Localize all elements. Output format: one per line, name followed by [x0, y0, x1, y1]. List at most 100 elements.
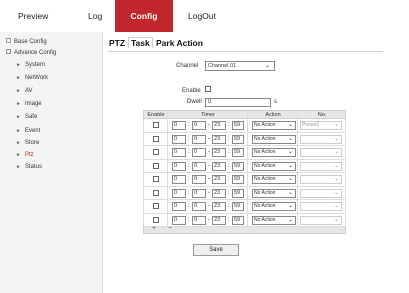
- start-minute-input[interactable]: 0: [192, 175, 206, 184]
- end-minute-input[interactable]: 59: [232, 202, 244, 211]
- preset-select[interactable]: ⌄: [300, 175, 342, 184]
- action-select[interactable]: No Action ⌄: [252, 188, 296, 198]
- start-minute-input[interactable]: 0: [192, 202, 206, 211]
- bullet-arrow-icon: ►: [16, 75, 21, 81]
- table-row: 0:0-23:59 No Action ⌄ Preset1 ⌄: [143, 119, 346, 133]
- action-select[interactable]: No Action ⌄: [252, 175, 296, 184]
- preset-select[interactable]: ⌄: [300, 161, 342, 171]
- end-hour-input[interactable]: 23: [212, 161, 226, 171]
- chevron-down-icon: ⌄: [287, 135, 293, 142]
- sidebar-item-store[interactable]: ► Store: [16, 140, 39, 146]
- chevron-down-icon: ⌄: [287, 189, 293, 196]
- action-select[interactable]: No Action ⌄: [252, 121, 296, 130]
- nav-preview[interactable]: Preview: [18, 0, 48, 32]
- start-hour-input[interactable]: 0: [172, 215, 186, 225]
- sidebar-item-status[interactable]: ► Status: [16, 164, 42, 170]
- sidebar-item-label: Store: [24, 140, 40, 146]
- chevron-down-icon: ⌄: [287, 162, 293, 169]
- start-minute-input[interactable]: 0: [192, 134, 206, 144]
- start-hour-input[interactable]: 0: [172, 175, 186, 184]
- action-value: No Action: [254, 176, 276, 182]
- sidebar-item-advance-config[interactable]: Advance Config: [6, 49, 56, 56]
- row-enable-checkbox[interactable]: [153, 135, 159, 142]
- start-hour-input[interactable]: 0: [172, 134, 186, 144]
- action-value: No Action: [254, 189, 276, 196]
- start-hour-input[interactable]: 0: [172, 202, 186, 211]
- start-minute-input[interactable]: 0: [192, 121, 206, 130]
- start-hour-input[interactable]: 0: [172, 188, 186, 198]
- action-select[interactable]: No Action ⌄: [252, 215, 296, 225]
- nav-log[interactable]: Log: [88, 0, 102, 32]
- row-enable-checkbox[interactable]: [153, 216, 159, 223]
- start-minute-input[interactable]: 0: [192, 188, 206, 198]
- column-divider: [247, 110, 248, 227]
- nav-config[interactable]: Config: [115, 0, 173, 32]
- channel-select[interactable]: Channel 01 ⌄: [205, 61, 275, 71]
- sidebar-item-image[interactable]: ► Image: [16, 101, 42, 107]
- end-minute-input[interactable]: 59: [232, 121, 244, 130]
- end-minute-input[interactable]: 59: [232, 148, 244, 157]
- save-button[interactable]: Save: [193, 244, 239, 256]
- sidebar-item-ptz[interactable]: ► Ptz: [16, 152, 34, 158]
- action-value: No Action: [254, 162, 276, 169]
- tab-ptz[interactable]: PTZ: [109, 38, 125, 48]
- bullet-arrow-icon: ►: [16, 164, 21, 170]
- end-hour-input[interactable]: 23: [212, 215, 226, 225]
- sidebar-item-av[interactable]: ► AV: [16, 88, 33, 94]
- end-hour-input[interactable]: 23: [212, 121, 226, 130]
- preset-select[interactable]: ⌄: [300, 188, 342, 198]
- nav-logout[interactable]: LogOut: [188, 0, 216, 32]
- start-hour-input[interactable]: 0: [172, 121, 186, 130]
- row-enable-checkbox[interactable]: [153, 162, 159, 169]
- preset-select[interactable]: ⌄: [300, 215, 342, 225]
- start-minute-input[interactable]: 0: [192, 161, 206, 171]
- table-row: 0:0-23:59 No Action ⌄ ⌄: [143, 159, 346, 173]
- time-range-separator: -: [208, 149, 210, 155]
- start-hour-input[interactable]: 0: [172, 148, 186, 157]
- sidebar-item-label: NetWork: [24, 75, 49, 81]
- sidebar-item-system[interactable]: ► System: [16, 62, 45, 68]
- end-hour-input[interactable]: 23: [212, 188, 226, 198]
- sidebar-item-network[interactable]: ► NetWork: [16, 75, 48, 81]
- sidebar-item-base-config[interactable]: Base Config: [6, 38, 47, 45]
- dwell-input[interactable]: 0: [205, 98, 271, 107]
- action-select[interactable]: No Action ⌄: [252, 202, 296, 211]
- action-select[interactable]: No Action ⌄: [252, 161, 296, 171]
- time-range-separator: -: [208, 189, 210, 196]
- preset-select[interactable]: Preset1 ⌄: [300, 121, 342, 130]
- start-hour-input[interactable]: 0: [172, 161, 186, 171]
- preset-select[interactable]: ⌄: [300, 134, 342, 144]
- row-enable-checkbox[interactable]: [153, 203, 159, 209]
- start-minute-input[interactable]: 0: [192, 148, 206, 157]
- sidebar-item-event[interactable]: ► Event: [16, 128, 40, 134]
- row-enable-checkbox[interactable]: [153, 122, 159, 128]
- row-enable-checkbox[interactable]: [153, 176, 159, 182]
- collapse-icon[interactable]: [6, 49, 11, 54]
- end-minute-input[interactable]: 59: [232, 188, 244, 198]
- end-minute-input[interactable]: 59: [232, 161, 244, 171]
- preset-select[interactable]: ⌄: [300, 202, 342, 211]
- end-hour-input[interactable]: 23: [212, 134, 226, 144]
- expand-icon[interactable]: [6, 38, 11, 43]
- start-minute-input[interactable]: 0: [192, 215, 206, 225]
- end-hour-input[interactable]: 23: [212, 202, 226, 211]
- sidebar-item-safe[interactable]: ► Safe: [16, 114, 37, 120]
- end-hour-input[interactable]: 23: [212, 148, 226, 157]
- enable-checkbox[interactable]: [205, 86, 211, 92]
- end-minute-input[interactable]: 59: [232, 215, 244, 225]
- chevron-down-icon: ⌄: [287, 122, 293, 128]
- preset-select[interactable]: ⌄: [300, 148, 342, 157]
- action-select[interactable]: No Action ⌄: [252, 134, 296, 144]
- action-select[interactable]: No Action ⌄: [252, 148, 296, 157]
- chevron-down-icon: ⌄: [287, 216, 293, 223]
- end-minute-input[interactable]: 59: [232, 134, 244, 144]
- row-enable-checkbox[interactable]: [153, 149, 159, 155]
- tab-task[interactable]: Task: [128, 37, 153, 49]
- end-minute-input[interactable]: 59: [232, 175, 244, 184]
- row-enable-checkbox[interactable]: [153, 189, 159, 196]
- remove-row-button[interactable]: −: [168, 225, 172, 232]
- end-hour-input[interactable]: 23: [212, 175, 226, 184]
- tab-park-action[interactable]: Park Action: [156, 38, 203, 48]
- time-separator: :: [188, 216, 190, 223]
- add-row-button[interactable]: +: [152, 225, 156, 232]
